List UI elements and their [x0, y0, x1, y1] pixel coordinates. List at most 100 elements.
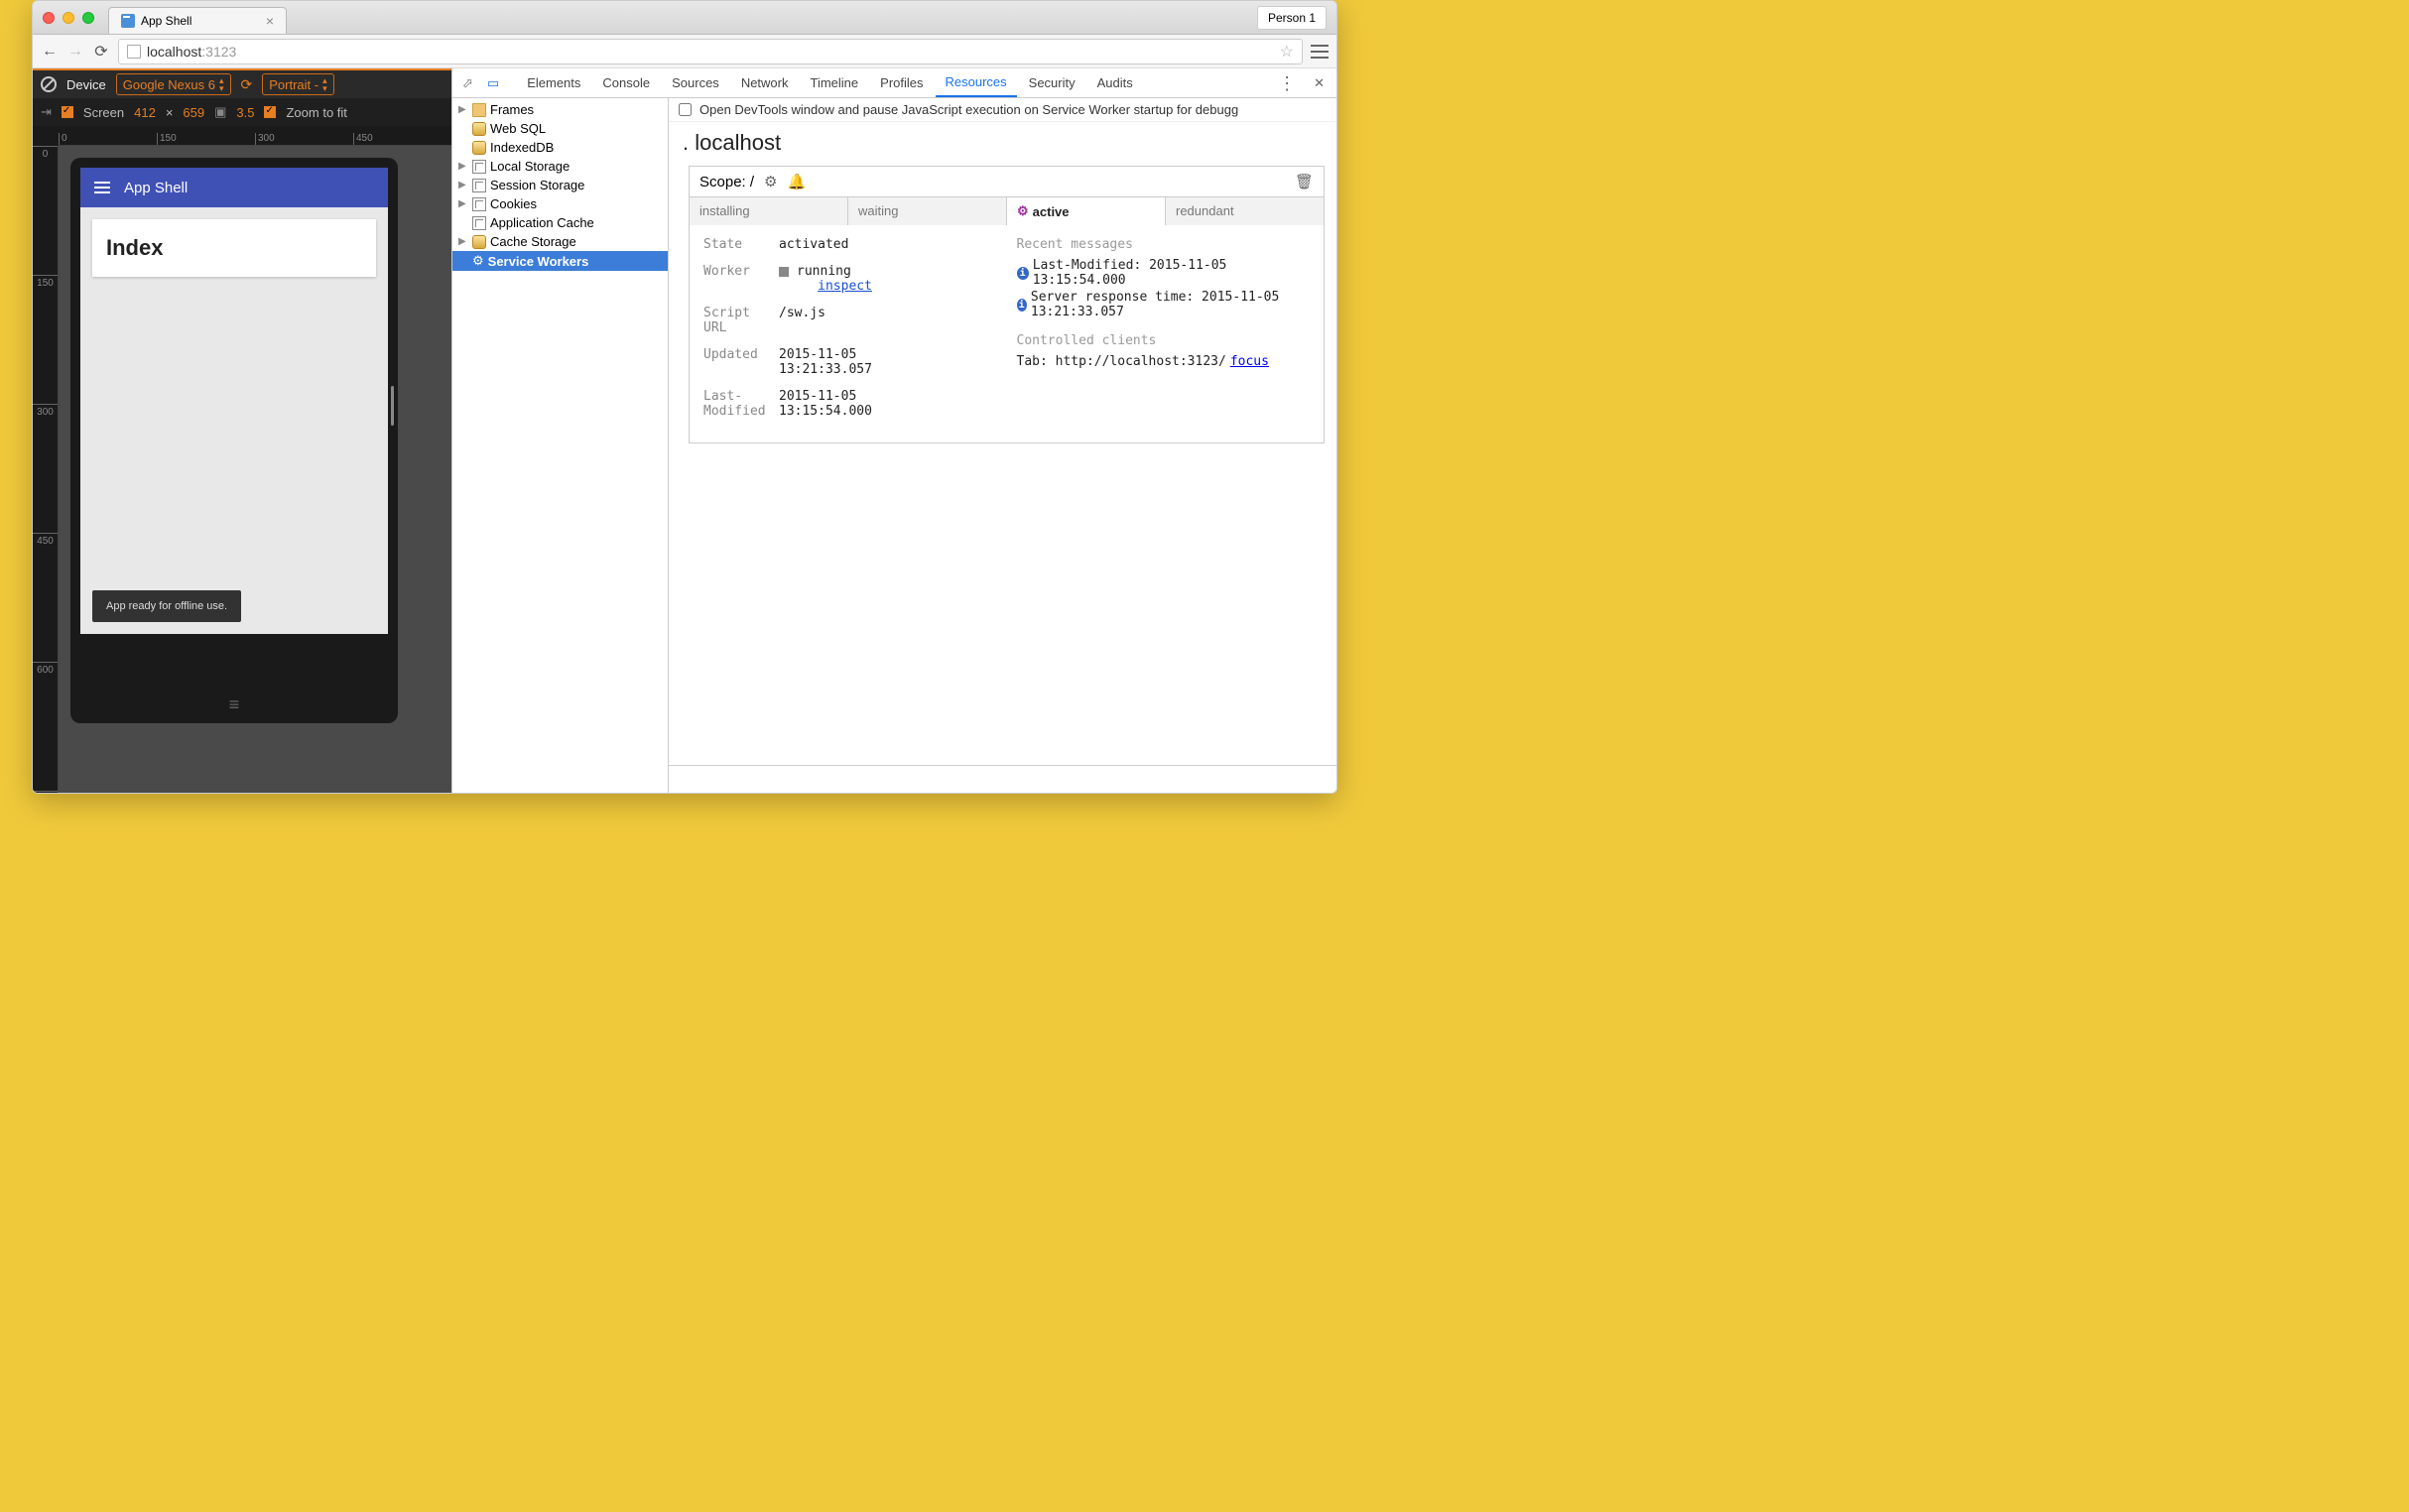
tree-websql[interactable]: Web SQL	[452, 119, 668, 138]
ruler-tick: 150	[33, 275, 58, 404]
device-screen[interactable]: App Shell Index App ready for offline us…	[80, 168, 388, 634]
sw-tab-redundant[interactable]: redundant	[1166, 197, 1324, 225]
profile-button[interactable]: Person 1	[1257, 6, 1327, 30]
ruler-tick: 0	[33, 146, 58, 275]
tree-frames[interactable]: ▶Frames	[452, 100, 668, 119]
update-gear-icon[interactable]: ⚙	[764, 173, 777, 190]
info-icon: i	[1017, 267, 1029, 280]
tree-appcache[interactable]: Application Cache	[452, 213, 668, 232]
device-name: Google Nexus 6	[123, 77, 215, 92]
resources-tree: ▶Frames Web SQL IndexedDB ▶Local Storage…	[452, 98, 669, 793]
maximize-window-button[interactable]	[82, 12, 94, 24]
menu-button[interactable]	[1311, 45, 1329, 59]
rotate-icon[interactable]: ⟳	[241, 76, 253, 93]
screen-checkbox[interactable]	[62, 106, 73, 118]
window-controls	[43, 12, 94, 24]
ruler-horizontal: 0 150 300 450	[59, 126, 451, 146]
tree-localstorage[interactable]: ▶Local Storage	[452, 157, 668, 176]
reload-button[interactable]: ⟳	[92, 43, 110, 61]
dpr-value[interactable]: 3.5	[236, 105, 254, 120]
state-label: State	[703, 237, 779, 252]
updown-icon: ▴▾	[322, 76, 327, 92]
disable-icon[interactable]	[41, 76, 57, 92]
storage-icon	[472, 179, 486, 192]
focus-link[interactable]: focus	[1230, 354, 1269, 369]
device-toolbar-secondary: ⇥ Screen 412 × 659 ▣ 3.5 Zoom to fit	[33, 98, 451, 126]
info-icon: i	[1017, 299, 1027, 312]
worker-status: running	[797, 264, 851, 279]
tree-cachestorage[interactable]: ▶Cache Storage	[452, 232, 668, 251]
tab-timeline[interactable]: Timeline	[801, 69, 869, 96]
height-value[interactable]: 659	[183, 105, 204, 120]
orientation-select[interactable]: Portrait - ▴▾	[262, 73, 333, 95]
content-area: Device Google Nexus 6 ▴▾ ⟳ Portrait - ▴▾…	[33, 68, 1336, 793]
tree-sessionstorage[interactable]: ▶Session Storage	[452, 176, 668, 194]
indent-icon: ⇥	[41, 104, 52, 120]
close-devtools-icon[interactable]: ✕	[1306, 71, 1332, 95]
updated-value: 2015-11-05 13:21:33.057	[779, 347, 872, 377]
dpr-icon: ▣	[214, 104, 226, 120]
width-value[interactable]: 412	[134, 105, 156, 120]
tab-resources[interactable]: Resources	[936, 68, 1017, 97]
tree-label: Cache Storage	[490, 234, 576, 249]
tab-network[interactable]: Network	[731, 69, 799, 96]
browser-tab[interactable]: App Shell ×	[108, 7, 287, 34]
app-header: App Shell	[80, 168, 388, 207]
updown-icon: ▴▾	[219, 76, 224, 92]
scrollbar-thumb[interactable]	[391, 386, 394, 426]
scope-actions: ⚙ 🔔	[764, 173, 806, 190]
tree-label: Application Cache	[490, 215, 594, 230]
tree-indexeddb[interactable]: IndexedDB	[452, 138, 668, 157]
app-body: Index	[80, 207, 388, 634]
origin-heading: . localhost	[669, 122, 1336, 166]
tree-cookies[interactable]: ▶Cookies	[452, 194, 668, 213]
sw-tab-waiting[interactable]: waiting	[848, 197, 1007, 225]
client-line: Tab: http://localhost:3123/ focus	[1017, 354, 1311, 369]
inspect-icon[interactable]: ⬀	[456, 71, 479, 95]
recent-messages-label: Recent messages	[1017, 237, 1311, 252]
sw-tab-installing[interactable]: installing	[690, 197, 848, 225]
pause-label: Open DevTools window and pause JavaScrip…	[699, 102, 1238, 117]
storage-icon	[472, 216, 486, 230]
more-icon[interactable]: ⋮	[1270, 74, 1304, 92]
favicon-icon	[121, 14, 135, 28]
ruler-tick: 450	[33, 533, 58, 662]
delete-icon[interactable]: 🗑	[1295, 173, 1314, 190]
tab-elements[interactable]: Elements	[517, 69, 590, 96]
sw-tab-active[interactable]: ⚙active	[1007, 197, 1166, 225]
device-mode-icon[interactable]: ▭	[481, 71, 505, 95]
gear-icon: ⚙	[472, 253, 484, 269]
zoom-label: Zoom to fit	[286, 105, 346, 120]
home-bar-icon: ≡	[70, 694, 398, 715]
device-select[interactable]: Google Nexus 6 ▴▾	[116, 73, 231, 95]
tab-console[interactable]: Console	[592, 69, 660, 96]
close-window-button[interactable]	[43, 12, 55, 24]
database-icon	[472, 141, 486, 155]
zoom-checkbox[interactable]	[264, 106, 276, 118]
worker-value: running inspect	[779, 264, 872, 294]
tab-profiles[interactable]: Profiles	[870, 69, 933, 96]
bookmark-icon[interactable]: ☆	[1280, 42, 1294, 62]
tab-sources[interactable]: Sources	[662, 69, 729, 96]
tree-serviceworkers[interactable]: ⚙Service Workers	[452, 251, 668, 271]
forward-button[interactable]: →	[66, 43, 84, 61]
ruler-corner	[33, 126, 59, 146]
inspect-link[interactable]: inspect	[818, 279, 872, 294]
tree-label: Web SQL	[490, 121, 546, 136]
dim-sep: ×	[166, 105, 174, 120]
device-mode-panel: Device Google Nexus 6 ▴▾ ⟳ Portrait - ▴▾…	[33, 68, 451, 793]
tree-label: Local Storage	[490, 159, 570, 174]
back-button[interactable]: ←	[41, 43, 59, 61]
hamburger-icon[interactable]	[94, 182, 110, 193]
push-bell-icon[interactable]: 🔔	[788, 173, 807, 190]
browser-tabs: App Shell ×	[108, 1, 287, 34]
close-tab-icon[interactable]: ×	[266, 13, 274, 29]
tab-security[interactable]: Security	[1019, 69, 1085, 96]
card-heading: Index	[106, 235, 362, 261]
tab-audits[interactable]: Audits	[1087, 69, 1143, 96]
address-bar[interactable]: localhost:3123 ☆	[118, 39, 1303, 64]
pause-checkbox[interactable]	[679, 103, 692, 116]
stop-icon[interactable]	[779, 267, 789, 277]
tree-label: Frames	[490, 102, 534, 117]
minimize-window-button[interactable]	[63, 12, 74, 24]
